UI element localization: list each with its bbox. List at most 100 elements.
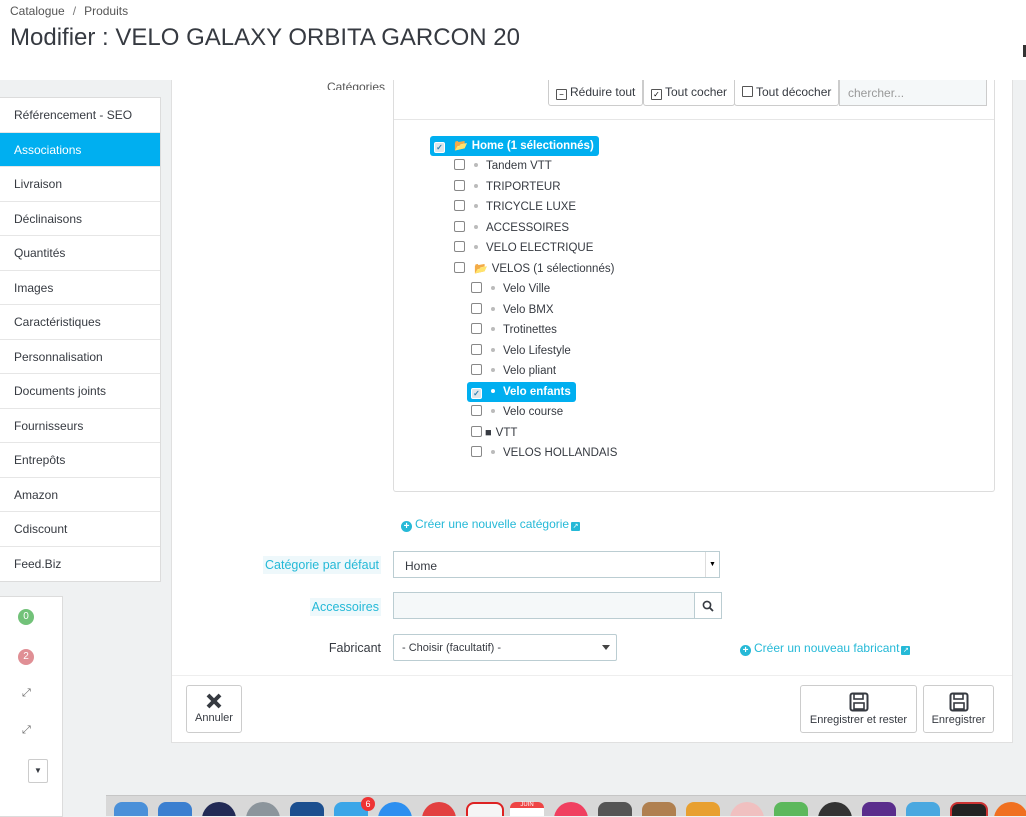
caret-down-icon — [602, 645, 610, 650]
tree-node[interactable]: ACCESSOIRES — [454, 218, 569, 238]
uncheck-all-button[interactable]: Tout décocher — [734, 80, 840, 106]
expand-icon[interactable]: ⤢ — [22, 724, 31, 737]
safari-icon[interactable] — [378, 802, 412, 816]
check-all-button[interactable]: ✓ Tout cocher — [643, 80, 736, 106]
default-category-label: Catégorie par défaut — [263, 556, 381, 574]
search-icon — [702, 600, 714, 612]
folder-icon: ■ — [485, 427, 492, 439]
default-category-select[interactable]: Home ▼ — [393, 551, 720, 578]
plus-icon: + — [401, 521, 412, 532]
tab-combinations[interactable]: Déclinaisons — [0, 202, 160, 236]
tab-customization[interactable]: Personnalisation — [0, 340, 160, 374]
opera-icon[interactable] — [466, 802, 504, 816]
terminal-icon[interactable] — [950, 802, 988, 816]
tree-toolbar: − Réduire tout ✓ Tout cocher Tout décocher… — [394, 80, 994, 120]
folder-open-icon: 📂 — [454, 140, 468, 152]
chrome-icon[interactable] — [422, 802, 456, 816]
app-icon[interactable] — [686, 802, 720, 816]
tab-suppliers[interactable]: Fournisseurs — [0, 409, 160, 443]
tree-node[interactable]: Velo pliant — [471, 361, 556, 381]
category-search-input[interactable]: chercher... — [839, 80, 987, 106]
photos-icon[interactable] — [730, 802, 764, 816]
tab-seo[interactable]: Référencement - SEO — [0, 98, 160, 133]
calendar-icon[interactable]: JUIN — [510, 802, 544, 816]
external-link-icon: ↗ — [901, 646, 911, 655]
associations-panel: Catégories associées −Réduire tout ✓Tout… — [171, 80, 1013, 743]
product-tabs-sidebar: Référencement - SEO Associations Livrais… — [0, 97, 161, 582]
system-prefs-icon[interactable] — [246, 802, 280, 816]
tree-node[interactable]: Velo BMX — [471, 300, 554, 320]
tab-feedbiz[interactable]: Feed.Biz — [0, 547, 160, 581]
cancel-button[interactable]: Annuler — [186, 685, 242, 733]
firefox-icon[interactable] — [994, 802, 1026, 816]
divider — [172, 675, 1012, 676]
tree-node-velo-enfants[interactable]: ✓ Velo enfants — [467, 382, 576, 402]
tab-shipping[interactable]: Livraison — [0, 167, 160, 202]
app-icon[interactable] — [862, 802, 896, 816]
app-icon[interactable] — [598, 802, 632, 816]
checkbox-empty-icon — [742, 86, 753, 97]
calendar-month: JUIN — [510, 802, 544, 808]
tree-node[interactable]: Tandem VTT — [454, 156, 552, 176]
breadcrumb-catalogue[interactable]: Catalogue — [10, 4, 65, 18]
tab-amazon[interactable]: Amazon — [0, 478, 160, 512]
tree-node[interactable]: TRIPORTEUR — [454, 177, 561, 197]
save-and-stay-button[interactable]: Enregistrer et rester — [800, 685, 917, 733]
tab-attachments[interactable]: Documents joints — [0, 374, 160, 409]
save-button[interactable]: Enregistrer — [923, 685, 994, 733]
app-icon[interactable] — [906, 802, 940, 816]
checkbox-checked-icon[interactable]: ✓ — [471, 388, 482, 399]
category-tree: − Réduire tout ✓ Tout cocher Tout décocher… — [393, 80, 995, 492]
floppy-disk-icon — [949, 692, 968, 712]
notification-badge: 6 — [361, 797, 375, 811]
expand-icon[interactable]: ⤢ — [22, 687, 31, 700]
page-header: Catalogue / Produits Modifier : VELO GALAX… — [0, 0, 1026, 80]
manufacturer-select[interactable]: - Choisir (facultatif) - — [393, 634, 617, 661]
accessories-label: Accessoires — [309, 598, 381, 616]
tab-warehouses[interactable]: Entrepôts — [0, 443, 160, 478]
tree-node[interactable]: Velo Lifestyle — [471, 341, 571, 361]
external-link-icon: ↗ — [571, 522, 581, 531]
new-manufacturer-link[interactable]: + Créer un nouveau fabricant ↗ — [740, 641, 911, 656]
tab-cdiscount[interactable]: Cdiscount — [0, 512, 160, 547]
music-icon[interactable] — [554, 802, 588, 816]
collapse-all-button[interactable]: − Réduire tout — [548, 80, 644, 106]
status-mini-panel: 0 2 ⤢ ⤢ ▼ — [0, 596, 63, 817]
manufacturer-label: Fabricant — [328, 641, 381, 655]
breadcrumb-products[interactable]: Produits — [84, 4, 128, 18]
tree-node[interactable]: VELOS HOLLANDAIS — [471, 443, 617, 463]
finder-icon[interactable] — [114, 802, 148, 816]
macos-dock: 6 JUIN — [106, 795, 1026, 816]
app-icon[interactable] — [774, 802, 808, 816]
tab-quantities[interactable]: Quantités — [0, 236, 160, 271]
app-icon[interactable] — [290, 802, 324, 816]
new-category-link[interactable]: + Créer une nouvelle catégorie ↗ — [401, 517, 581, 532]
chevron-down-icon: ▼ — [705, 552, 719, 577]
accessories-input[interactable] — [393, 592, 695, 619]
tree-node[interactable]: Velo Ville — [471, 279, 550, 299]
collapse-icon: − — [556, 89, 567, 100]
app-icon[interactable] — [642, 802, 676, 816]
tree-node[interactable]: TRICYCLE LUXE — [454, 197, 576, 217]
tree-node[interactable]: VELO ELECTRIQUE — [454, 238, 593, 258]
checkbox-checked-icon[interactable]: ✓ — [434, 142, 445, 153]
tree-node-home[interactable]: ✓ 📂 Home (1 sélectionnés) — [430, 136, 599, 156]
launchpad-icon[interactable] — [202, 802, 236, 816]
tab-associations[interactable]: Associations — [0, 132, 160, 167]
tree-node-velos[interactable]: 📂 VELOS (1 sélectionnés) — [454, 259, 614, 279]
tree-node[interactable]: Trotinettes — [471, 320, 557, 340]
page-title: Modifier : VELO GALAXY ORBITA GARCON 20 — [10, 24, 520, 51]
plus-icon: + — [740, 645, 751, 656]
app-icon[interactable] — [818, 802, 852, 816]
tab-features[interactable]: Caractéristiques — [0, 305, 160, 340]
breadcrumb: Catalogue / Produits — [10, 4, 129, 18]
search-button[interactable] — [694, 592, 722, 619]
floppy-disk-icon — [849, 692, 868, 712]
chevron-down-icon[interactable]: ▼ — [28, 759, 48, 783]
tree-node[interactable]: Velo course — [471, 402, 563, 422]
tab-images[interactable]: Images — [0, 271, 160, 305]
status-badge-red: 2 — [18, 649, 34, 665]
tree-node-vtt[interactable]: ■ VTT — [471, 423, 517, 443]
app-store-icon[interactable] — [158, 802, 192, 816]
status-badge-green: 0 — [18, 609, 34, 625]
